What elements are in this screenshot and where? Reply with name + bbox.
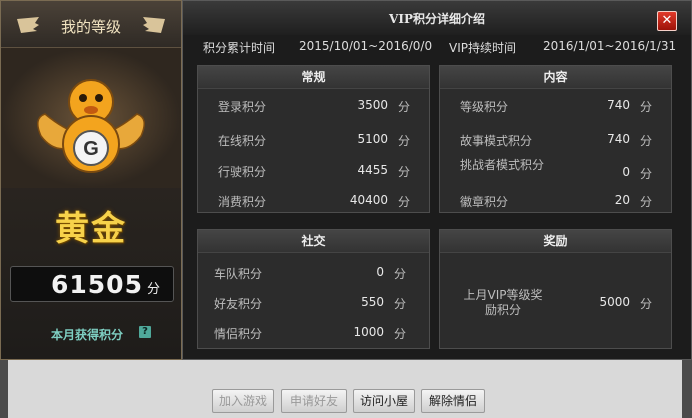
row-unit: 分 <box>398 165 411 179</box>
row-label: 车队积分 <box>214 267 263 281</box>
list-item: 上月VIP等级奖励积分 5000 分 <box>440 288 671 322</box>
row-unit: 分 <box>640 167 653 181</box>
group-content: 内容 等级积分 740 分 故事模式积分 740 分 挑战者模式积分 0 分 徽… <box>439 65 672 213</box>
list-item: 行驶积分 4455 分 <box>198 163 429 189</box>
svg-text:G: G <box>83 138 99 160</box>
row-value: 740 <box>607 132 630 146</box>
list-item: 在线积分 5100 分 <box>198 132 429 158</box>
row-label: 行驶积分 <box>218 165 267 179</box>
group-regular-title: 常规 <box>198 66 429 89</box>
list-item: 情侣积分 1000 分 <box>198 325 429 351</box>
list-item: 消费积分 40400 分 <box>198 193 429 219</box>
row-value: 1000 <box>353 325 384 339</box>
row-value: 5000 <box>599 295 630 309</box>
vip-points-dialog: VIP积分详细介绍 ✕ 积分累计时间 2015/10/01~2016/0/0 V… <box>182 0 692 360</box>
list-item: 好友积分 550 分 <box>198 295 429 321</box>
month-points-label: 本月获得积分 <box>51 328 124 342</box>
row-label: 消费积分 <box>218 195 267 209</box>
vip-duration-label: VIP持续时间 <box>449 41 516 55</box>
group-reward-title: 奖励 <box>440 230 671 253</box>
add-friend-button[interactable]: 申请好友 <box>281 389 347 413</box>
row-label: 好友积分 <box>214 297 263 311</box>
level-badge-area: G <box>1 48 181 188</box>
points-value: 61505 <box>51 270 143 299</box>
list-item: 徽章积分 20 分 <box>440 193 671 219</box>
row-label: 故事模式积分 <box>460 134 533 148</box>
points-unit: 分 <box>147 282 161 297</box>
row-value: 550 <box>361 295 384 309</box>
group-reward: 奖励 上月VIP等级奖励积分 5000 分 <box>439 229 672 349</box>
list-item: 车队积分 0 分 <box>198 265 429 291</box>
row-unit: 分 <box>398 134 411 148</box>
row-unit: 分 <box>394 297 407 311</box>
row-unit: 分 <box>398 195 411 209</box>
row-label: 徽章积分 <box>460 195 509 209</box>
dialog-title: VIP积分详细介绍 <box>389 12 485 26</box>
row-value: 20 <box>614 193 630 207</box>
gold-level-badge-icon: G <box>37 79 145 173</box>
dialog-header: VIP积分详细介绍 ✕ <box>183 1 691 35</box>
join-game-button[interactable]: 加入游戏 <box>212 389 274 413</box>
row-value: 740 <box>607 98 630 112</box>
level-name: 黄金 <box>55 209 127 249</box>
row-label: 上月VIP等级奖励积分 <box>463 288 543 317</box>
list-item: 故事模式积分 740 分 <box>440 132 671 158</box>
row-label: 登录积分 <box>218 100 267 114</box>
help-icon[interactable]: ? <box>139 326 151 338</box>
level-panel-header: 我的等级 <box>1 1 181 48</box>
row-value: 3500 <box>357 98 388 112</box>
vip-duration-value: 2016/1/01~2016/1/31 <box>543 39 677 53</box>
row-unit: 分 <box>640 134 653 148</box>
row-label: 挑战者模式积分 <box>460 158 545 172</box>
row-value: 4455 <box>357 163 388 177</box>
row-unit: 分 <box>640 195 653 209</box>
row-unit: 分 <box>394 327 407 341</box>
row-label: 等级积分 <box>460 100 509 114</box>
points-display: 61505 分 <box>10 266 174 302</box>
right-wing-icon <box>143 17 165 33</box>
close-button[interactable]: ✕ <box>657 11 677 31</box>
group-regular: 常规 登录积分 3500 分 在线积分 5100 分 行驶积分 4455 分 消… <box>197 65 430 213</box>
list-item: 登录积分 3500 分 <box>198 98 429 124</box>
row-value: 0 <box>622 165 630 179</box>
list-item: 等级积分 740 分 <box>440 98 671 124</box>
row-unit: 分 <box>640 100 653 114</box>
unbind-couple-button[interactable]: 解除情侣 <box>421 389 485 413</box>
group-social: 社交 车队积分 0 分 好友积分 550 分 情侣积分 1000 分 <box>197 229 430 349</box>
row-value: 5100 <box>357 132 388 146</box>
list-item: 挑战者模式积分 0 分 <box>440 158 671 192</box>
row-unit: 分 <box>394 267 407 281</box>
row-value: 0 <box>376 265 384 279</box>
group-content-title: 内容 <box>440 66 671 89</box>
level-panel: 我的等级 G 黄金 61505 分 本月获得积分 ? <box>0 0 182 360</box>
row-unit: 分 <box>640 297 653 311</box>
group-social-title: 社交 <box>198 230 429 253</box>
row-value: 40400 <box>349 193 388 207</box>
accum-time-value: 2015/10/01~2016/0/0 <box>299 39 433 53</box>
row-label: 在线积分 <box>218 134 267 148</box>
visit-house-button[interactable]: 访问小屋 <box>353 389 415 413</box>
row-label: 情侣积分 <box>214 327 263 341</box>
accum-time-label: 积分累计时间 <box>203 41 276 55</box>
row-unit: 分 <box>398 100 411 114</box>
